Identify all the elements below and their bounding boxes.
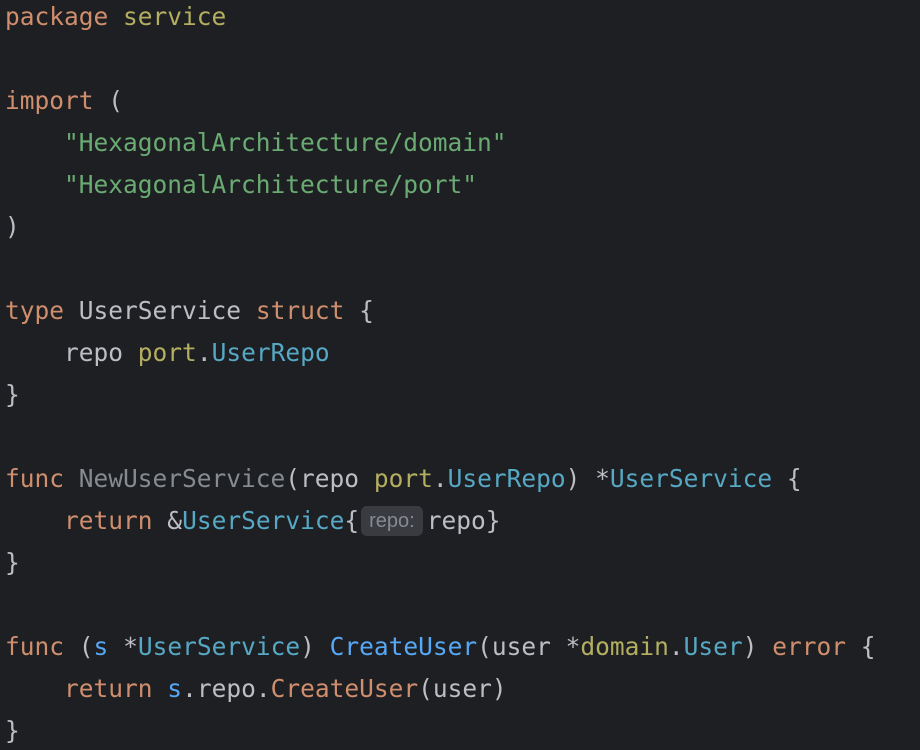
import-path: "HexagonalArchitecture/port" bbox=[64, 170, 478, 199]
keyword: type bbox=[5, 296, 65, 325]
code-line-3: import ( bbox=[5, 86, 124, 115]
return-type: error bbox=[772, 632, 846, 661]
code-line-13: return &UserService{repo: repo} bbox=[64, 506, 501, 536]
function-name: NewUserService bbox=[78, 464, 286, 493]
package-ref: port bbox=[137, 338, 197, 367]
code-line-8: type UserService struct { bbox=[5, 296, 374, 325]
package-name: service bbox=[123, 2, 227, 31]
code-line-6: ) bbox=[5, 212, 20, 241]
code-editor[interactable]: package service import ( "HexagonalArchi… bbox=[0, 0, 920, 750]
code-line-4: "HexagonalArchitecture/domain" bbox=[5, 122, 507, 164]
code-line-10: } bbox=[5, 380, 20, 409]
code-line-17: return s.repo.CreateUser(user) bbox=[64, 674, 507, 703]
keyword: func bbox=[5, 464, 65, 493]
keyword: package bbox=[5, 2, 109, 31]
type-ref: UserRepo bbox=[211, 338, 330, 367]
keyword: return bbox=[64, 674, 153, 703]
keyword: import bbox=[5, 86, 94, 115]
code-line-9: repo port.UserRepo bbox=[64, 338, 330, 367]
code-line-14: } bbox=[5, 548, 20, 577]
method-name: CreateUser bbox=[329, 632, 478, 661]
method-call: CreateUser bbox=[270, 674, 419, 703]
keyword: struct bbox=[255, 296, 345, 325]
code-line-1: package service bbox=[5, 0, 226, 38]
parameter-hint: repo: bbox=[361, 506, 423, 536]
field-name: repo bbox=[64, 338, 124, 367]
type-ref: UserService bbox=[182, 506, 345, 535]
code-line-18: } bbox=[5, 716, 20, 745]
keyword: func bbox=[5, 632, 65, 661]
package-ref: domain bbox=[580, 632, 669, 661]
keyword: return bbox=[64, 506, 153, 535]
code-line-12: func NewUserService(repo port.UserRepo) … bbox=[5, 464, 802, 493]
type-ref: UserRepo bbox=[447, 464, 566, 493]
type-name: UserService bbox=[78, 296, 242, 325]
receiver: s bbox=[167, 674, 183, 703]
code-line-16: func (s *UserService) CreateUser(user *d… bbox=[5, 632, 876, 661]
import-path: "HexagonalArchitecture/domain" bbox=[64, 128, 507, 157]
package-ref: port bbox=[373, 464, 433, 493]
type-ref: User bbox=[683, 632, 743, 661]
type-ref: UserService bbox=[137, 632, 301, 661]
code-line-5: "HexagonalArchitecture/port" bbox=[5, 164, 477, 206]
receiver: s bbox=[93, 632, 109, 661]
return-type: UserService bbox=[609, 464, 773, 493]
